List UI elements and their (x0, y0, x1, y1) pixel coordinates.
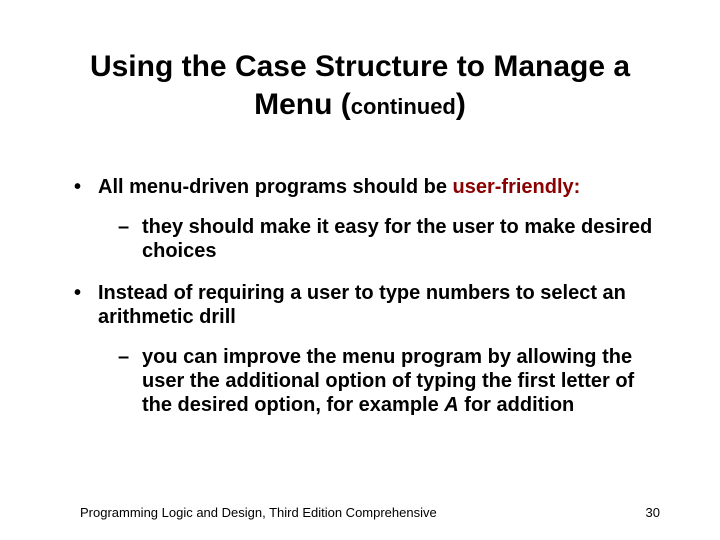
title-line1: Using the Case Structure to Manage a (90, 50, 630, 83)
page-number: 30 (646, 505, 660, 520)
title-line2-pre: Menu ( (254, 88, 351, 121)
footer-text: Programming Logic and Design, Third Edit… (80, 505, 437, 520)
sub-bullet-text: they should make it easy for the user to… (142, 216, 652, 262)
slide-title: Using the Case Structure to Manage a Men… (0, 48, 720, 123)
bullet-item: All menu-driven programs should be user-… (70, 175, 660, 263)
title-continued: continued (351, 94, 456, 119)
emphasized-letter: A (444, 394, 458, 416)
sub-bullet-text-post: for addition (459, 394, 575, 416)
title-line2-post: ) (456, 88, 466, 121)
sub-bullet-item: they should make it easy for the user to… (98, 215, 660, 263)
bullet-text: All menu-driven programs should be (98, 176, 453, 198)
highlight-term: user-friendly: (453, 176, 581, 198)
bullet-item: Instead of requiring a user to type numb… (70, 281, 660, 417)
bullet-text: Instead of requiring a user to type numb… (98, 282, 626, 328)
sub-bullet-item: you can improve the menu program by allo… (98, 345, 660, 417)
slide-body: All menu-driven programs should be user-… (70, 175, 660, 435)
slide: Using the Case Structure to Manage a Men… (0, 0, 720, 540)
